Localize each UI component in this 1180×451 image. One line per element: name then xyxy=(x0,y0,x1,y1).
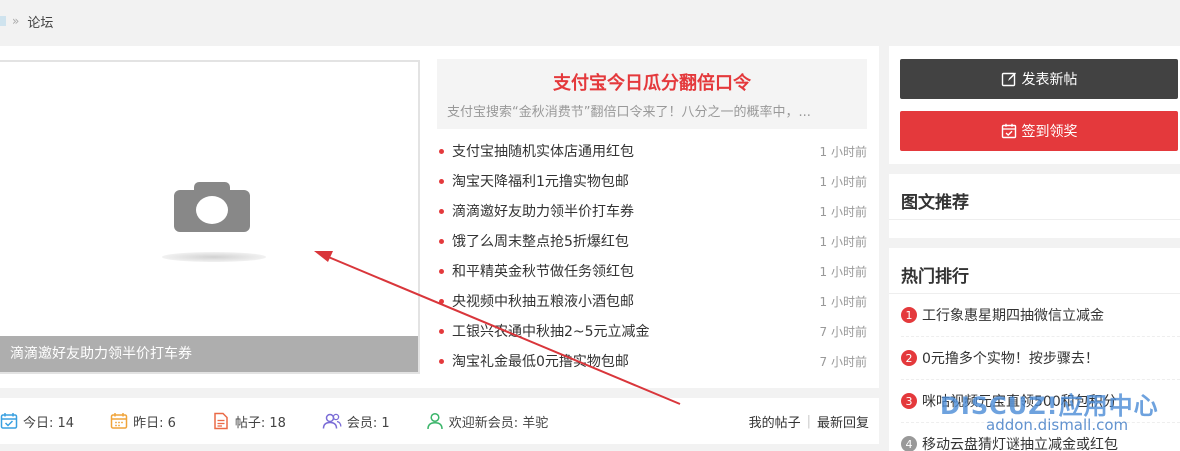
users-icon xyxy=(322,413,342,429)
camera-icon xyxy=(174,182,250,232)
stat-today-text: 今日: 14 xyxy=(23,415,75,431)
news-list: 支付宝抽随机实体店通用红包 1 小时前 淘宝天降福利1元撸实物包邮 1 小时前 滴滴… xyxy=(437,136,867,376)
latest-replies-link[interactable]: 最新回复 xyxy=(817,412,869,431)
my-posts-link[interactable]: 我的帖子 xyxy=(749,412,801,431)
stats-links: 我的帖子 | 最新回复 xyxy=(749,398,869,444)
portal-main-card: 滴滴邀好友助力领半价打车券 支付宝今日瓜分翻倍口令 支付宝搜索“金秋消费节”翻倍… xyxy=(0,46,879,388)
bullet-dot-icon xyxy=(439,178,444,184)
news-item: 淘宝天降福利1元撸实物包邮 1 小时前 xyxy=(437,166,867,196)
headline-summary: 支付宝搜索“金秋消费节”翻倍口令来了！八分之一的概率中，... xyxy=(447,105,811,120)
camera-shadow xyxy=(162,252,266,262)
news-time: 1 小时前 xyxy=(819,234,867,249)
news-item: 支付宝抽随机实体店通用红包 1 小时前 xyxy=(437,136,867,166)
stat-newest-member: 欢迎新会员: 羊驼 xyxy=(426,412,549,431)
breadcrumb-current[interactable]: 论坛 xyxy=(27,12,53,31)
bullet-dot-icon xyxy=(439,148,444,154)
news-title[interactable]: 淘宝天降福利1元撸实物包邮 xyxy=(452,171,820,191)
document-icon xyxy=(214,412,228,430)
news-title[interactable]: 淘宝礼金最低0元撸实物包邮 xyxy=(452,351,820,371)
new-post-label: 发表新帖 xyxy=(1021,72,1078,88)
bullet-dot-icon xyxy=(439,238,444,244)
recommend-card: 图文推荐 xyxy=(889,174,1180,238)
stat-members-text: 会员: 1 xyxy=(346,415,390,431)
bullet-dot-icon xyxy=(439,298,444,304)
news-item: 淘宝礼金最低0元撸实物包邮 7 小时前 xyxy=(437,346,867,376)
hot-item-title[interactable]: 工行象惠星期四抽微信立减金 xyxy=(922,305,1104,325)
news-item: 饿了么周末整点抢5折爆红包 1 小时前 xyxy=(437,226,867,256)
stat-posts: 帖子: 18 xyxy=(212,412,286,431)
stat-newest-member-text[interactable]: 欢迎新会员: 羊驼 xyxy=(449,412,549,431)
rank-badge: 1 xyxy=(901,307,917,323)
calendar-check-icon xyxy=(1001,123,1016,139)
home-icon[interactable] xyxy=(0,16,6,26)
news-time: 1 小时前 xyxy=(819,144,867,159)
slideshow[interactable]: 滴滴邀好友助力领半价打车券 xyxy=(0,60,420,374)
bullet-dot-icon xyxy=(439,358,444,364)
calendar-icon xyxy=(110,413,128,429)
link-divider: | xyxy=(806,413,811,429)
rank-badge: 4 xyxy=(901,436,917,451)
news-time: 1 小时前 xyxy=(819,174,867,189)
hot-item[interactable]: 2 0元撸多个实物！按步骤去！ xyxy=(901,337,1180,380)
sign-in-reward-button[interactable]: 签到领奖 xyxy=(900,111,1178,151)
breadcrumb: » 论坛 xyxy=(0,8,53,34)
stat-yesterday: 昨日: 6 xyxy=(110,412,176,431)
news-item: 央视频中秋抽五粮液小酒包邮 1 小时前 xyxy=(437,286,867,316)
headline-block: 支付宝今日瓜分翻倍口令 支付宝搜索“金秋消费节”翻倍口令来了！八分之一的概率中，… xyxy=(437,59,867,129)
news-time: 1 小时前 xyxy=(819,204,867,219)
slideshow-caption[interactable]: 滴滴邀好友助力领半价打车券 xyxy=(0,336,418,372)
news-title[interactable]: 和平精英金秋节做任务领红包 xyxy=(452,261,820,281)
news-time: 1 小时前 xyxy=(819,264,867,279)
news-title[interactable]: 支付宝抽随机实体店通用红包 xyxy=(452,141,820,161)
stat-yesterday-text: 昨日: 6 xyxy=(133,415,176,431)
news-title[interactable]: 饿了么周末整点抢5折爆红包 xyxy=(452,231,820,251)
forum-stats-bar: 今日: 14 昨日: 6 帖子: 18 会员: 1 欢迎新会员: 羊驼 我的帖子… xyxy=(0,398,879,444)
news-item: 工银兴农通中秋抽2~5元立减金 7 小时前 xyxy=(437,316,867,346)
hot-ranking-title: 热门排行 xyxy=(889,248,1180,294)
headline-title[interactable]: 支付宝今日瓜分翻倍口令 xyxy=(437,69,867,95)
news-time: 7 小时前 xyxy=(819,324,867,339)
news-item: 滴滴邀好友助力领半价打车券 1 小时前 xyxy=(437,196,867,226)
rank-badge: 3 xyxy=(901,393,917,409)
recommend-title: 图文推荐 xyxy=(889,174,1180,220)
news-time: 7 小时前 xyxy=(819,354,867,369)
user-icon xyxy=(426,412,443,430)
bullet-dot-icon xyxy=(439,208,444,214)
dismall-watermark: DISCUZ!应用中心 addon.dismall.com xyxy=(930,386,1180,446)
news-title[interactable]: 央视频中秋抽五粮液小酒包邮 xyxy=(452,291,820,311)
stat-posts-text: 帖子: 18 xyxy=(234,415,286,431)
news-title[interactable]: 滴滴邀好友助力领半价打车券 xyxy=(452,201,820,221)
sign-in-reward-label: 签到领奖 xyxy=(1021,124,1078,140)
hot-item[interactable]: 1 工行象惠星期四抽微信立减金 xyxy=(901,294,1180,337)
stat-members: 会员: 1 xyxy=(322,412,390,431)
new-post-button[interactable]: 发表新帖 xyxy=(900,59,1178,99)
edit-icon xyxy=(1001,72,1016,87)
stat-today: 今日: 14 xyxy=(0,412,74,431)
bullet-dot-icon xyxy=(439,328,444,334)
news-item: 和平精英金秋节做任务领红包 1 小时前 xyxy=(437,256,867,286)
rank-badge: 2 xyxy=(901,350,917,366)
watermark-url: addon.dismall.com xyxy=(986,416,1129,434)
bullet-dot-icon xyxy=(439,268,444,274)
news-title[interactable]: 工银兴农通中秋抽2~5元立减金 xyxy=(452,321,820,341)
sidebar-actions: 发表新帖 签到领奖 xyxy=(889,46,1180,164)
calendar-check-icon xyxy=(0,413,18,429)
breadcrumb-separator: » xyxy=(12,14,20,28)
hot-item-title[interactable]: 0元撸多个实物！按步骤去！ xyxy=(922,348,1099,368)
news-time: 1 小时前 xyxy=(819,294,867,309)
